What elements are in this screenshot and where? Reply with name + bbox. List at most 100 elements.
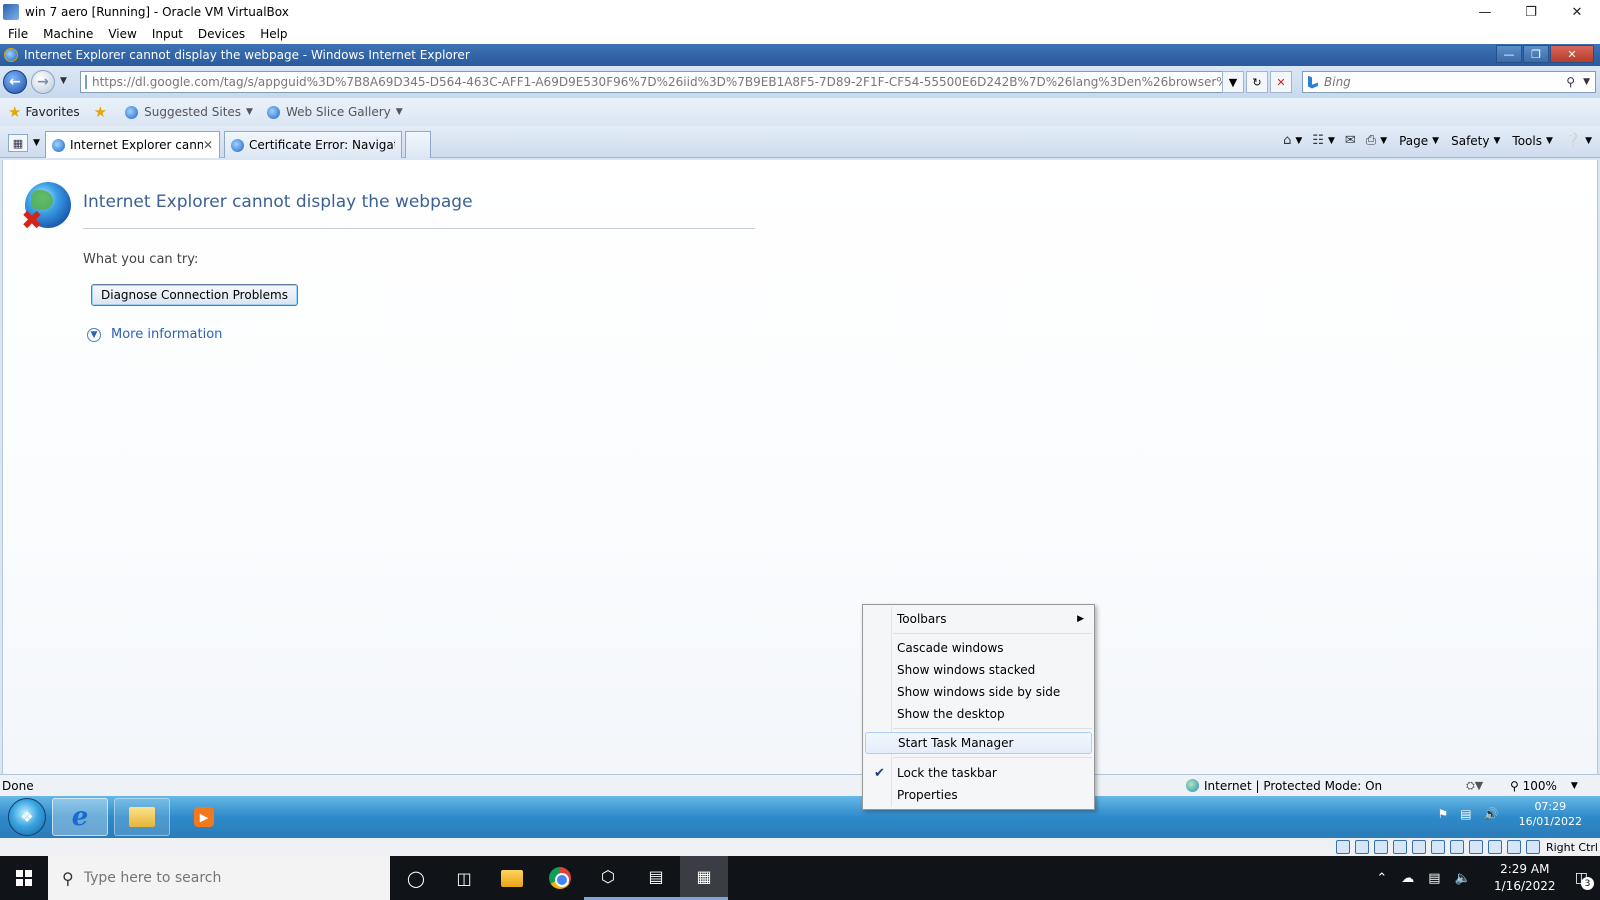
menu-devices[interactable]: Devices (198, 27, 245, 41)
search-options-dropdown-icon[interactable]: ▼ (1583, 77, 1590, 87)
minimize-icon[interactable]: — (1462, 0, 1508, 24)
chrome-taskbar-button[interactable] (536, 856, 584, 900)
shared-folders-icon[interactable] (1430, 840, 1445, 854)
win10-search-input[interactable] (83, 870, 364, 886)
quick-tabs-icon[interactable]: ▦ (8, 134, 28, 152)
menu-item-show-desktop[interactable]: Show the desktop (865, 703, 1092, 725)
zoom-control[interactable]: ⚲ 100% ▼ (1510, 779, 1578, 793)
read-mail-icon[interactable]: ✉ (1345, 133, 1356, 148)
task-view-icon[interactable]: ◫ (440, 856, 488, 900)
search-icon[interactable]: ⚲ (1566, 75, 1575, 89)
address-dropdown-icon[interactable]: ▼ (1222, 71, 1244, 93)
menu-file[interactable]: File (8, 27, 28, 41)
tab-ie-cannot-display[interactable]: Internet Explorer canno... ✕ (45, 131, 220, 158)
virtualbox-taskbar-button[interactable]: ⬡ (584, 856, 632, 900)
chevron-down-icon[interactable]: ▼ (1295, 136, 1302, 146)
search-box[interactable]: ⚲ ▼ (1302, 71, 1596, 93)
taskbar-explorer-button[interactable] (114, 798, 170, 836)
web-slice-gallery-button[interactable]: Web Slice Gallery ▼ (266, 105, 403, 119)
optical-drive-icon[interactable] (1354, 840, 1369, 854)
ie-restore-icon[interactable]: ❐ (1523, 45, 1549, 63)
chevron-down-icon[interactable]: ▼ (1328, 136, 1335, 146)
mouse-integration-icon[interactable] (1506, 840, 1521, 854)
protected-mode-icon[interactable]: ⛭▼ (1466, 779, 1483, 793)
chevron-down-icon: ▼ (395, 107, 403, 117)
close-tab-icon[interactable]: ✕ (203, 138, 213, 152)
tab-certificate-error[interactable]: Certificate Error: Navigatio... (224, 131, 402, 158)
address-url: https://dl.google.com/tag/s/appguid%3D%7… (92, 75, 1242, 89)
menu-machine[interactable]: Machine (43, 27, 93, 41)
feeds-icon[interactable]: ☷ (1312, 133, 1324, 148)
menu-item-label: Toolbars (897, 612, 947, 626)
audio-icon[interactable] (1373, 840, 1388, 854)
stop-icon[interactable]: ✕ (1270, 71, 1292, 93)
hard-disk-icon[interactable] (1335, 840, 1350, 854)
show-hidden-icons-chevron-icon[interactable]: ⌃ (1376, 871, 1387, 886)
tools-menu[interactable]: Tools ▼ (1512, 134, 1552, 148)
favorites-button[interactable]: ★ Favorites (8, 103, 80, 121)
windows-start-icon[interactable] (0, 856, 48, 900)
chevron-down-icon[interactable]: ▼ (1380, 136, 1387, 146)
notification-center-icon[interactable]: ◫ 3 (1575, 870, 1594, 890)
media-player-icon: ▶ (194, 807, 214, 827)
vm-window-taskbar-button[interactable]: ▦ (680, 856, 728, 900)
print-icon[interactable]: ⎙ (1366, 133, 1376, 148)
error-x-icon: ✖ (21, 206, 43, 236)
safety-menu[interactable]: Safety ▼ (1451, 134, 1500, 148)
taskbar-ie-button[interactable]: e (52, 798, 108, 836)
menu-item-label: Start Task Manager (898, 736, 1014, 750)
menu-item-show-windows-side-by-side[interactable]: Show windows side by side (865, 681, 1092, 703)
taskbar-media-player-button[interactable]: ▶ (176, 798, 232, 836)
error-title: Internet Explorer cannot display the web… (83, 192, 473, 212)
cpu-icon[interactable] (1487, 840, 1502, 854)
close-icon[interactable]: ✕ (1554, 0, 1600, 24)
back-button[interactable]: ← (3, 70, 27, 94)
menu-item-properties[interactable]: Properties (865, 784, 1092, 806)
ie-minimize-icon[interactable]: — (1496, 45, 1522, 63)
keyboard-icon[interactable] (1525, 840, 1540, 854)
network-icon[interactable]: ▤ (1428, 871, 1440, 886)
refresh-icon[interactable]: ↻ (1246, 71, 1268, 93)
new-tab-button[interactable] (405, 131, 431, 158)
onedrive-cloud-icon[interactable]: ☁ (1401, 871, 1414, 886)
usb-icon[interactable] (1411, 840, 1426, 854)
security-zone[interactable]: Internet | Protected Mode: On (1186, 779, 1382, 793)
file-explorer-taskbar-button[interactable] (488, 856, 536, 900)
recent-pages-dropdown-icon[interactable]: ▼ (60, 76, 67, 86)
volume-icon[interactable]: 🔊 (1484, 807, 1499, 821)
menu-view[interactable]: View (108, 27, 136, 41)
menu-input[interactable]: Input (152, 27, 183, 41)
display-icon[interactable] (1449, 840, 1464, 854)
suggested-sites-button[interactable]: Suggested Sites ▼ (125, 105, 253, 119)
volume-muted-icon[interactable]: 🔈 (1455, 871, 1471, 886)
menu-item-toolbars[interactable]: Toolbars ▶ (865, 608, 1092, 630)
menu-help[interactable]: Help (260, 27, 287, 41)
restore-icon[interactable]: ❐ (1508, 0, 1554, 24)
tab-list-dropdown-icon[interactable]: ▼ (33, 138, 40, 148)
bing-icon (1308, 75, 1318, 89)
diagnose-connection-button[interactable]: Diagnose Connection Problems (91, 284, 298, 306)
win10-search-box[interactable]: ⚲ (48, 856, 390, 900)
network-icon[interactable]: ▤ (1460, 807, 1471, 821)
win10-clock[interactable]: 2:29 AM 1/16/2022 (1489, 861, 1561, 895)
page-menu[interactable]: Page ▼ (1399, 134, 1439, 148)
menu-item-start-task-manager[interactable]: Start Task Manager (865, 732, 1092, 754)
ie-close-icon[interactable]: ✕ (1550, 45, 1594, 63)
cortana-icon[interactable]: ◯ (392, 856, 440, 900)
menu-item-lock-taskbar[interactable]: ✔ Lock the taskbar (865, 762, 1092, 784)
vm-manager-taskbar-button[interactable]: ▤ (632, 856, 680, 900)
search-input[interactable] (1324, 75, 1564, 89)
forward-button[interactable]: → (31, 70, 55, 94)
more-information-link[interactable]: ▼ More information (87, 327, 222, 342)
recording-icon[interactable] (1468, 840, 1483, 854)
address-bar[interactable]: https://dl.google.com/tag/s/appguid%3D%7… (80, 71, 1243, 93)
win7-clock[interactable]: 07:29 16/01/2022 (1519, 799, 1582, 829)
menu-item-show-windows-stacked[interactable]: Show windows stacked (865, 659, 1092, 681)
add-to-favorites-bar-button[interactable]: ★ (94, 103, 111, 121)
action-center-flag-icon[interactable]: ⚑ (1438, 807, 1449, 821)
menu-item-cascade-windows[interactable]: Cascade windows (865, 637, 1092, 659)
home-icon[interactable]: ⌂ (1283, 133, 1291, 148)
help-menu[interactable]: ❔ ▼ (1565, 133, 1592, 148)
network-adapter-icon[interactable] (1392, 840, 1407, 854)
start-orb-icon[interactable]: ❖ (8, 798, 46, 836)
